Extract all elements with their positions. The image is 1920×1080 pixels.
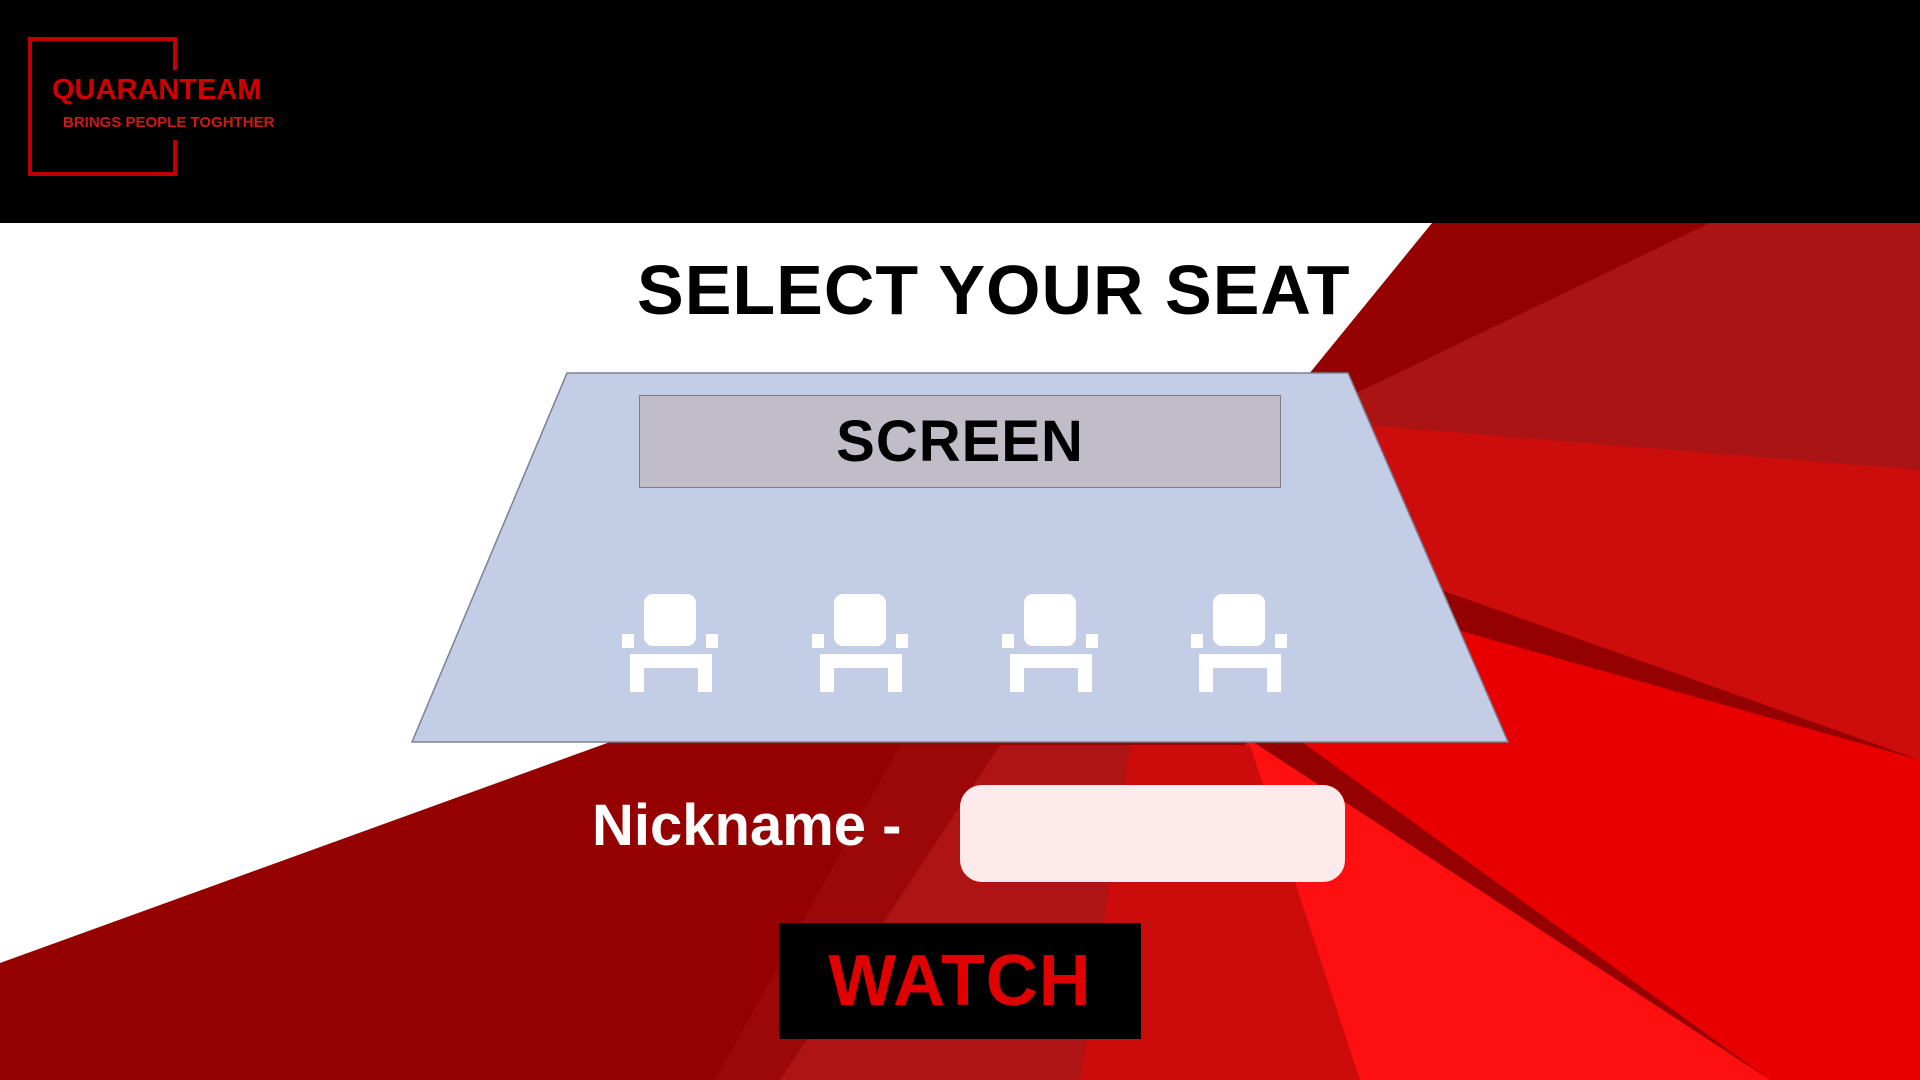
seat-icon xyxy=(622,594,718,692)
seat-icon xyxy=(812,594,908,692)
seat-4[interactable] xyxy=(1189,592,1291,694)
seat-icon xyxy=(1002,594,1098,692)
watch-button[interactable]: WATCH xyxy=(779,923,1141,1039)
seat-icon xyxy=(1191,594,1287,692)
nickname-label: Nickname - xyxy=(592,793,902,858)
seat-3[interactable] xyxy=(1000,592,1102,694)
app-root: QUARANTEAM BRINGS PEOPLE TOGHTHER SELECT… xyxy=(0,0,1920,1080)
nickname-input[interactable] xyxy=(960,785,1345,882)
seat-1[interactable] xyxy=(620,592,722,694)
seat-2[interactable] xyxy=(810,592,912,694)
theater-floor xyxy=(410,372,1510,743)
screen-label: SCREEN xyxy=(836,409,1084,474)
cinema-screen: SCREEN xyxy=(639,395,1281,488)
